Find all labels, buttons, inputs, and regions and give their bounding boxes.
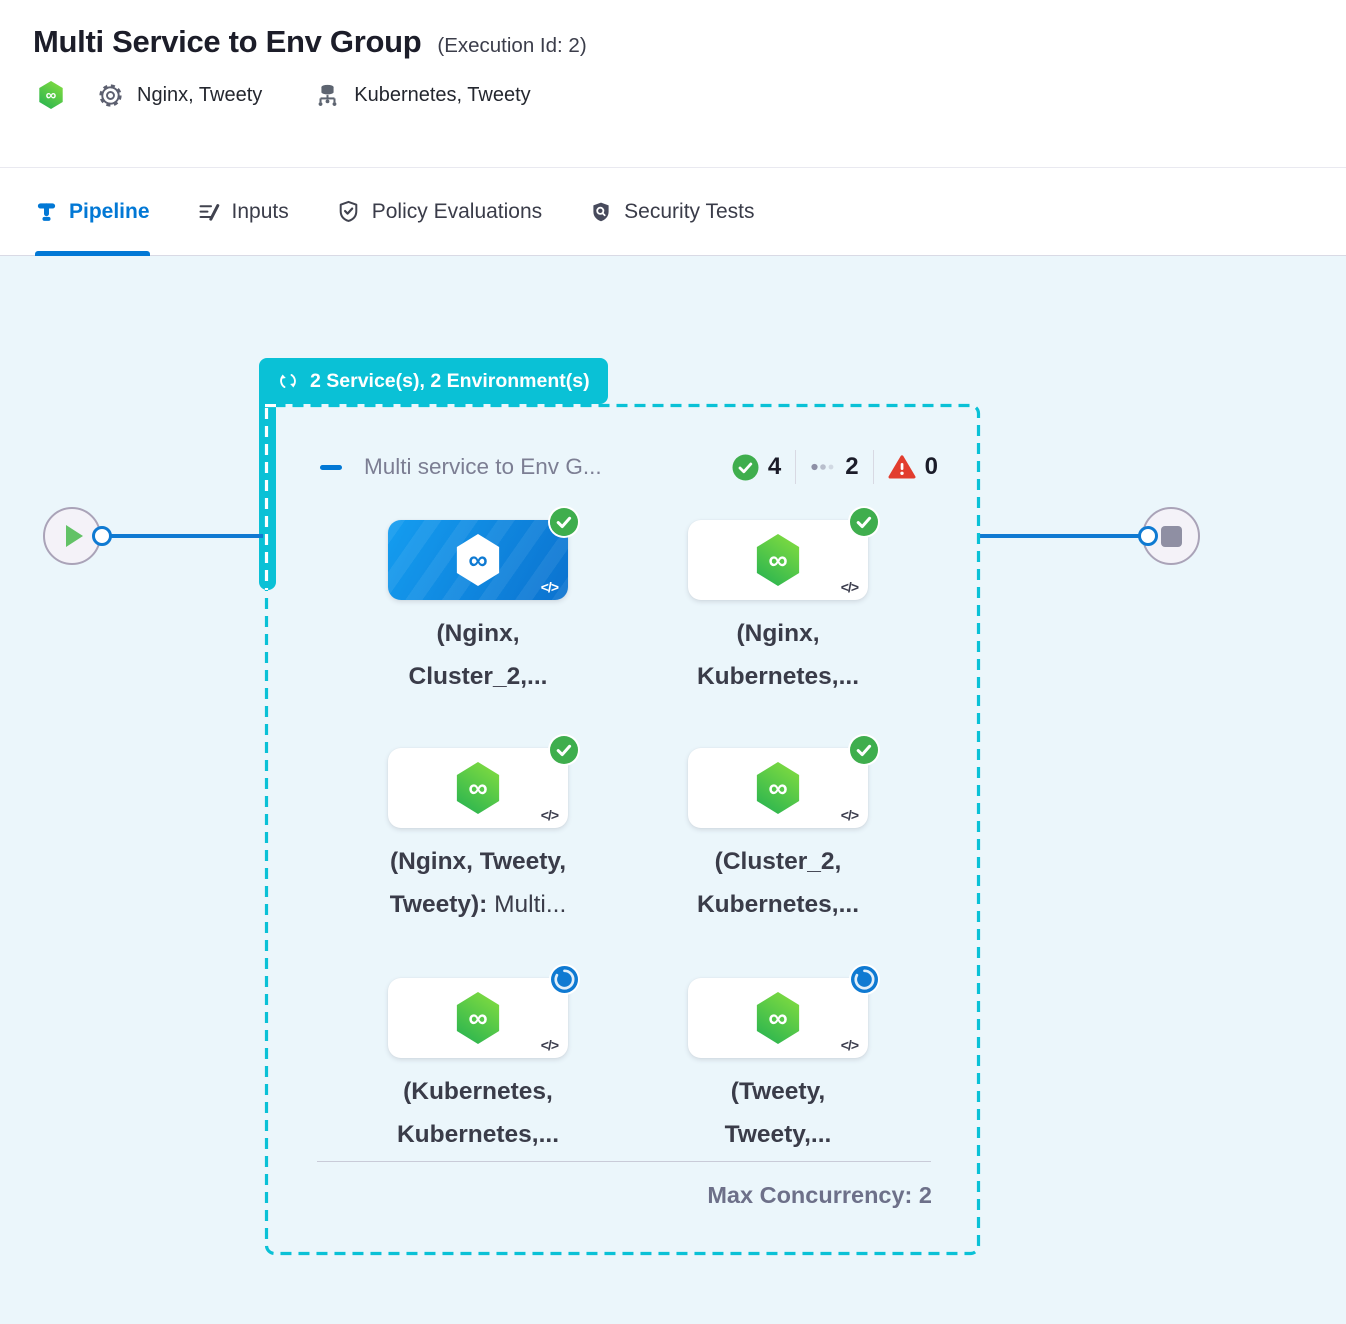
loop-icon bbox=[277, 370, 299, 392]
tab-label: Security Tests bbox=[624, 200, 754, 224]
pipeline-icon bbox=[35, 200, 58, 223]
stage-group-border bbox=[259, 398, 987, 1262]
tab-policy-evaluations[interactable]: Policy Evaluations bbox=[336, 168, 542, 255]
connector-line-left bbox=[96, 534, 263, 538]
environment-group-icon bbox=[314, 82, 341, 109]
environments-meta: Kubernetes, Tweety bbox=[314, 82, 530, 109]
harness-cd-icon: ∞ bbox=[38, 81, 64, 109]
execution-header: Multi Service to Env Group (Execution Id… bbox=[0, 0, 1346, 168]
play-icon bbox=[66, 525, 83, 547]
inputs-icon bbox=[197, 200, 221, 224]
gear-icon bbox=[97, 82, 124, 109]
tab-security-tests[interactable]: Security Tests bbox=[589, 168, 754, 255]
services-meta: Nginx, Tweety bbox=[97, 82, 262, 109]
execution-meta: ∞ Nginx, Tweety bbox=[38, 81, 1346, 109]
tab-label: Inputs bbox=[232, 200, 289, 224]
connector-dot-left bbox=[92, 526, 112, 546]
tab-pipeline[interactable]: Pipeline bbox=[35, 168, 150, 255]
stop-icon bbox=[1161, 526, 1182, 547]
execution-tabbar: Pipeline Inputs Policy Evaluations Secur… bbox=[0, 168, 1346, 256]
matrix-badge[interactable]: 2 Service(s), 2 Environment(s) bbox=[259, 358, 608, 404]
environments-label: Kubernetes, Tweety bbox=[354, 84, 530, 107]
page-title: Multi Service to Env Group bbox=[33, 24, 421, 60]
security-shield-icon bbox=[589, 200, 613, 224]
tab-inputs[interactable]: Inputs bbox=[197, 168, 289, 255]
matrix-badge-label: 2 Service(s), 2 Environment(s) bbox=[310, 370, 590, 393]
pipeline-canvas[interactable]: 2 Service(s), 2 Environment(s) Multi ser… bbox=[0, 256, 1346, 1324]
tab-label: Policy Evaluations bbox=[372, 200, 542, 224]
connector-line-right bbox=[979, 534, 1149, 538]
execution-id: (Execution Id: 2) bbox=[437, 34, 586, 58]
title-row: Multi Service to Env Group (Execution Id… bbox=[33, 24, 1346, 60]
connector-dot-right bbox=[1138, 526, 1158, 546]
services-label: Nginx, Tweety bbox=[137, 84, 262, 107]
tab-label: Pipeline bbox=[69, 200, 150, 224]
policy-shield-icon bbox=[336, 199, 361, 224]
